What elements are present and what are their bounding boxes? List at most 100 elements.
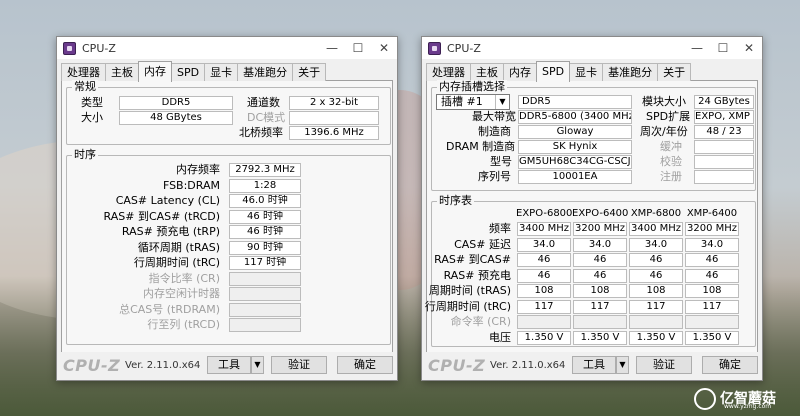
timing-cell xyxy=(629,315,683,329)
tools-dropdown-icon[interactable]: ▼ xyxy=(251,356,264,374)
type-label: 类型 xyxy=(81,96,103,109)
tab-spd[interactable]: SPD xyxy=(536,61,571,82)
timing-row-label: 行周期时间 (tRC) xyxy=(424,299,511,313)
timing-value xyxy=(229,318,301,332)
tab-memory[interactable]: 内存 xyxy=(138,61,172,82)
validate-button[interactable]: 验证 xyxy=(636,356,692,374)
dc-mode-value xyxy=(289,111,379,125)
tab-about[interactable]: 关于 xyxy=(657,63,692,81)
buffer-label: 缓冲 xyxy=(660,140,682,153)
timing-value: 46.0 时钟 xyxy=(229,194,301,208)
timing-cell: 117 xyxy=(517,299,571,314)
timing-row-label: RAS# 到CAS# xyxy=(434,253,511,266)
maximize-icon[interactable]: ☐ xyxy=(710,37,736,59)
site-watermark: 亿智蘑菇 www.yzmg.com xyxy=(694,388,794,412)
timing-cell: 108 xyxy=(629,284,683,298)
tab-bench[interactable]: 基准跑分 xyxy=(237,63,294,81)
timing-cell: 46 xyxy=(573,253,627,267)
timing-value: 46 时钟 xyxy=(229,225,301,239)
timing-cell: 3400 MHz xyxy=(629,222,683,236)
dram-mfr-value: SK Hynix xyxy=(518,140,632,154)
timing-label: 内存空闲计时器 xyxy=(143,287,220,300)
timing-row-label: 命令率 (CR) xyxy=(450,315,511,328)
version-text: Ver. 2.11.0.x64 xyxy=(125,360,201,371)
timing-cell: 117 xyxy=(573,299,627,314)
timing-cell: 34.0 xyxy=(685,237,739,252)
timing-cell: 34.0 xyxy=(629,237,683,252)
tools-dropdown-icon[interactable]: ▼ xyxy=(616,356,629,374)
tab-cpu[interactable]: 处理器 xyxy=(61,63,106,81)
tools-button[interactable]: 工具 xyxy=(207,356,251,374)
module-size-label: 模块大小 xyxy=(642,95,686,108)
timing-cell: 46 xyxy=(573,268,627,283)
timing-label: 行周期时间 (tRC) xyxy=(133,256,220,269)
dc-mode-label: DC模式 xyxy=(247,111,286,124)
timing-cell: 1.350 V xyxy=(517,330,571,345)
tab-about[interactable]: 关于 xyxy=(292,63,327,81)
timing-cell: 34.0 xyxy=(573,237,627,252)
title-bar[interactable]: CPU-Z — ☐ ✕ xyxy=(57,37,397,59)
verify-label: 校验 xyxy=(660,155,682,168)
tab-bar: 处理器 主板 内存 SPD 显卡 基准跑分 关于 xyxy=(61,61,393,82)
tools-button[interactable]: 工具 xyxy=(572,356,616,374)
tab-cpu[interactable]: 处理器 xyxy=(426,63,471,81)
week-year-label: 周次/年份 xyxy=(640,125,688,138)
timing-row-label: 周期时间 (tRAS) xyxy=(428,284,511,297)
slot-select[interactable]: 插槽 #1 ▼ xyxy=(436,94,510,110)
max-bandwidth-label: 最大带宽 xyxy=(472,110,516,123)
validate-button[interactable]: 验证 xyxy=(271,356,327,374)
tab-mainboard[interactable]: 主板 xyxy=(470,63,504,81)
tab-mainboard[interactable]: 主板 xyxy=(105,63,139,81)
title-bar[interactable]: CPU-Z — ☐ ✕ xyxy=(422,37,762,59)
timing-label: 指令比率 (CR) xyxy=(148,271,220,285)
nb-freq-value: 1396.6 MHz xyxy=(289,126,379,140)
tab-graphics[interactable]: 显卡 xyxy=(204,63,239,81)
timing-value xyxy=(229,271,301,286)
timing-cell: 108 xyxy=(685,284,739,298)
minimize-icon[interactable]: — xyxy=(319,37,345,59)
version-text: Ver. 2.11.0.x64 xyxy=(490,360,566,371)
timing-cell: 3400 MHz xyxy=(517,222,571,236)
maximize-icon[interactable]: ☐ xyxy=(345,37,371,59)
ok-button[interactable]: 确定 xyxy=(337,356,393,374)
timing-cell: 46 xyxy=(685,253,739,267)
channels-value: 2 x 32-bit xyxy=(289,96,379,110)
cpuz-brand: CPU-Z xyxy=(428,356,486,375)
minimize-icon[interactable]: — xyxy=(684,37,710,59)
close-icon[interactable]: ✕ xyxy=(736,37,762,59)
timing-cell: 117 xyxy=(629,299,683,314)
timing-cell xyxy=(573,315,627,329)
timing-value: 90 时钟 xyxy=(229,240,301,255)
timings-group: 时序 内存频率 2792.3 MHz FSB:DRAM 1:28 CAS# Latenc… xyxy=(66,148,391,345)
tab-bench[interactable]: 基准跑分 xyxy=(602,63,659,81)
timing-cell: 1.350 V xyxy=(629,330,683,345)
spd-panel: 内存插槽选择 插槽 #1 ▼ DDR5 模块大小 24 GBytes 最大带宽 … xyxy=(424,80,758,353)
tab-graphics[interactable]: 显卡 xyxy=(569,63,604,81)
timing-row-label: RAS# 预充电 xyxy=(443,268,511,282)
timing-value xyxy=(229,302,301,317)
timing-row-label: CAS# 延迟 xyxy=(454,237,511,251)
timing-label: CAS# Latency (CL) xyxy=(115,194,220,207)
footer-bar: CPU-Z Ver. 2.11.0.x64 工具 ▼ 验证 确定 xyxy=(57,352,397,380)
timing-cell: 46 xyxy=(517,253,571,267)
timing-cell: 1.350 V xyxy=(573,330,627,345)
size-value: 48 GBytes xyxy=(119,111,233,125)
register-label: 注册 xyxy=(660,170,682,183)
cpuz-window-memory: CPU-Z — ☐ ✕ 处理器 主板 内存 SPD 显卡 基准跑分 关于 常规 … xyxy=(56,36,398,381)
tab-memory[interactable]: 内存 xyxy=(503,63,537,81)
tab-spd[interactable]: SPD xyxy=(171,63,206,81)
memory-panel: 常规 类型 DDR5 大小 48 GBytes 通道数 2 x 32-bit D… xyxy=(61,80,393,353)
spd-ext-value: EXPO, XMP 3.0 xyxy=(694,110,754,124)
ok-button[interactable]: 确定 xyxy=(702,356,758,374)
close-icon[interactable]: ✕ xyxy=(371,37,397,59)
watermark-logo-icon xyxy=(694,388,716,410)
timing-cell: 117 xyxy=(685,299,739,314)
part-number-label: 型号 xyxy=(490,155,512,168)
nb-freq-label: 北桥频率 xyxy=(239,126,283,139)
buffer-value xyxy=(694,140,754,154)
general-group: 常规 类型 DDR5 大小 48 GBytes 通道数 2 x 32-bit D… xyxy=(66,80,391,145)
timing-cell: 34.0 xyxy=(517,237,571,252)
part-number-value: GM5UH68C34CG-CSCJWM xyxy=(518,155,632,169)
timing-cell: 108 xyxy=(573,284,627,298)
timing-column-header: XMP-6400 xyxy=(686,208,738,219)
